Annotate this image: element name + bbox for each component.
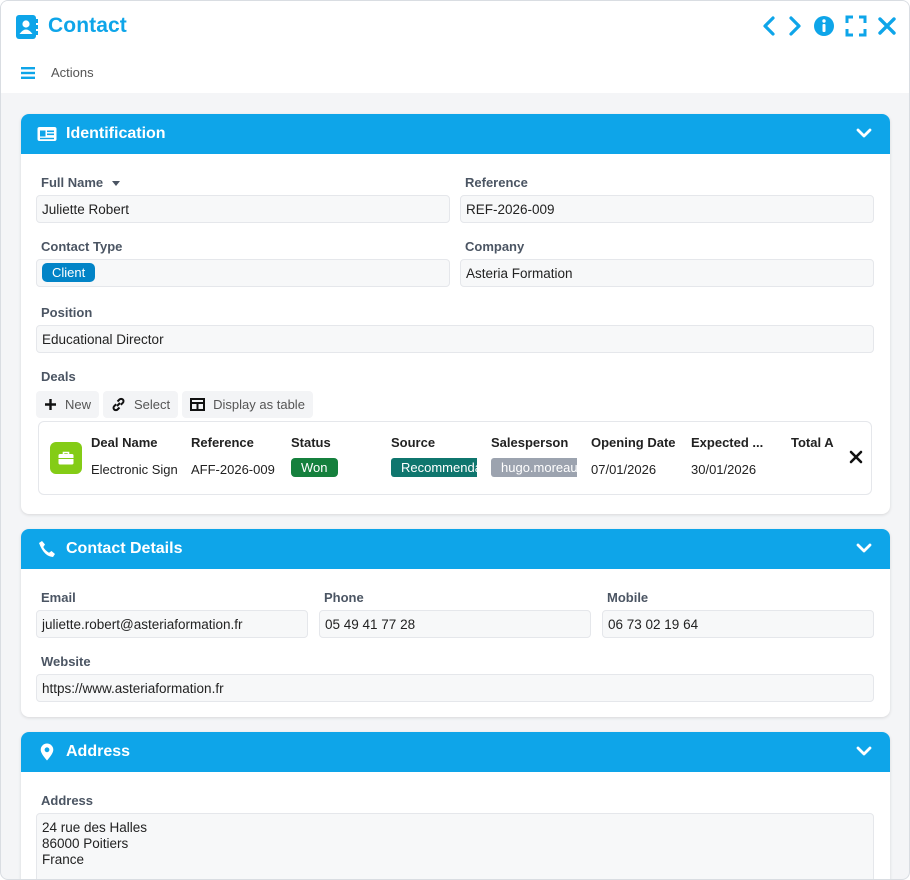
fullscreen-icon[interactable] [845, 15, 867, 37]
page-title: Contact [48, 14, 127, 37]
expected-value: 30/01/2026 [691, 462, 757, 477]
deal-card[interactable]: Deal Name Electronic Signature Reference… [38, 421, 872, 495]
col-deal-name: Deal Name [91, 435, 158, 450]
chevron-left-icon[interactable] [761, 15, 777, 37]
chevron-down-icon[interactable] [856, 127, 872, 139]
select-deal-button[interactable]: Select [103, 391, 179, 418]
phone-field[interactable]: 05 49 41 77 28 [319, 610, 591, 638]
mobile-label: Mobile [607, 590, 649, 605]
title-bar: Contact Actions [1, 1, 909, 93]
col-expected: Expected ... [691, 435, 764, 450]
address-title: Address [66, 743, 131, 760]
identification-header[interactable]: Identification [21, 114, 890, 154]
contact-details-panel: Contact Details Email juliette.robert@as… [21, 529, 890, 717]
col-reference: Reference [191, 435, 254, 450]
id-card-icon [37, 127, 57, 141]
contact-book-icon [16, 15, 38, 39]
info-icon[interactable] [813, 15, 835, 37]
contact-type-label: Contact Type [41, 239, 123, 254]
address-line: 86000 Poitiers [42, 836, 129, 851]
phone-icon [39, 541, 55, 557]
reference-field[interactable]: REF-2026-009 [460, 195, 874, 223]
map-pin-icon [40, 743, 54, 761]
close-icon[interactable] [877, 16, 897, 36]
remove-deal-icon[interactable] [849, 450, 863, 464]
col-total: Total A [791, 435, 834, 450]
contact-details-title: Contact Details [66, 540, 183, 557]
address-line: 24 rue des Halles [42, 820, 148, 835]
chevron-down-icon[interactable] [856, 745, 872, 757]
company-label: Company [465, 239, 525, 254]
position-label: Position [41, 305, 93, 320]
actions-label[interactable]: Actions [51, 65, 94, 80]
deal-name-value: Electronic Signature [91, 462, 177, 477]
phone-label: Phone [324, 590, 364, 605]
new-deal-button[interactable]: New [36, 391, 100, 418]
website-field[interactable]: https://www.asteriaformation.fr [36, 674, 874, 702]
company-field[interactable]: Asteria Formation [460, 259, 874, 287]
col-source: Source [391, 435, 436, 450]
identification-title: Identification [66, 125, 166, 142]
caret-down-icon[interactable] [111, 179, 121, 187]
contact-details-header[interactable]: Contact Details [21, 529, 890, 569]
contact-type-field[interactable]: Client [36, 259, 450, 287]
email-field[interactable]: juliette.robert@asteriaformation.fr [36, 610, 308, 638]
mobile-field[interactable]: 06 73 02 19 64 [602, 610, 874, 638]
source-badge: Recommendation [391, 458, 477, 477]
full-name-label: Full Name [41, 175, 121, 190]
chevron-right-icon[interactable] [787, 15, 803, 37]
briefcase-icon [50, 442, 82, 474]
actions-menu[interactable]: Actions [21, 65, 94, 80]
status-badge: Won [291, 458, 338, 477]
position-field[interactable]: Educational Director [36, 325, 874, 353]
address-line: France [42, 852, 85, 867]
hamburger-icon[interactable] [21, 66, 35, 79]
client-tag[interactable]: Client [42, 263, 96, 282]
table-icon [190, 398, 206, 411]
website-label: Website [41, 654, 91, 669]
col-opening-date: Opening Date [591, 435, 676, 450]
col-salesperson: Salesperson [491, 435, 569, 450]
address-panel: Address Address 24 rue des Halles 86000 … [21, 732, 890, 879]
salesperson-badge: hugo.moreau [491, 458, 577, 477]
email-label: Email [41, 590, 76, 605]
address-header[interactable]: Address [21, 732, 890, 772]
address-field[interactable]: 24 rue des Halles 86000 Poitiers France [36, 813, 874, 879]
full-name-field[interactable]: Juliette Robert [36, 195, 450, 223]
col-status: Status [291, 435, 331, 450]
opening-date-value: 07/01/2026 [591, 462, 657, 477]
chevron-down-icon[interactable] [856, 542, 872, 554]
identification-panel: Identification Full Name Juliette Robert… [21, 114, 890, 514]
deals-label: Deals [41, 369, 76, 384]
plus-icon [45, 399, 56, 410]
display-as-table-button[interactable]: Display as table [182, 391, 313, 418]
deal-reference-value: AFF-2026-009 [191, 462, 275, 477]
reference-label: Reference [465, 175, 528, 190]
link-icon [112, 397, 125, 412]
address-label: Address [41, 793, 94, 808]
contact-window: Contact Actions Identification Full Name… [0, 0, 910, 880]
